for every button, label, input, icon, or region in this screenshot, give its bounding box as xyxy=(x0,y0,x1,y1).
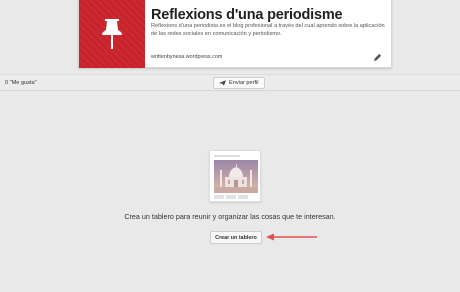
pushpin-icon xyxy=(102,19,122,49)
paper-plane-icon xyxy=(219,80,226,86)
profile-about: Reflexions d'una periodista es el blog p… xyxy=(151,23,385,37)
send-profile-label: Enviar perfil xyxy=(229,80,259,86)
send-profile-button[interactable]: Enviar perfil xyxy=(213,77,265,89)
profile-toolbar: 0 "Me gusta" Enviar perfil xyxy=(0,74,460,91)
profile-website-link[interactable]: writtenbynesa.wordpress.com xyxy=(151,54,222,60)
empty-board-illustration xyxy=(209,150,261,202)
likes-tab[interactable]: 0 "Me gusta" xyxy=(5,80,37,86)
arrow-annotation-icon xyxy=(266,233,317,241)
create-board-button[interactable]: Crear un tablero xyxy=(210,231,262,244)
taj-mahal-icon xyxy=(214,160,258,193)
empty-state-message: Crea un tablero para reunir y organizar … xyxy=(124,212,336,221)
profile-header-card: Reflexions d'una periodisme Reflexions d… xyxy=(78,0,392,68)
profile-avatar[interactable] xyxy=(79,0,145,68)
pencil-icon[interactable] xyxy=(373,53,382,62)
profile-name: Reflexions d'una periodisme xyxy=(151,7,343,23)
